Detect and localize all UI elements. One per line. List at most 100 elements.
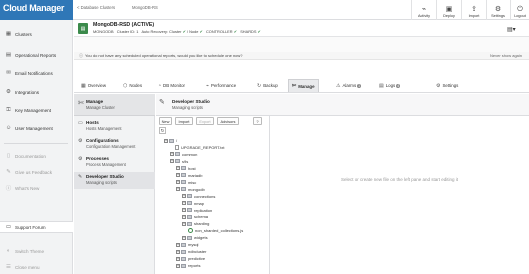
support-forum-link[interactable]: ▭ Support Forum [0, 221, 73, 233]
tree-folder[interactable]: + ndbcluster [176, 248, 206, 255]
tree-folder[interactable]: + widgets [182, 234, 208, 241]
expand-toggle-icon[interactable]: + [182, 208, 186, 212]
expand-toggle-icon[interactable]: + [176, 166, 180, 171]
tab-performance[interactable]: ⌁ Performance [203, 79, 239, 92]
never-show-again-link[interactable]: Never show again [490, 53, 522, 58]
alarms-count-badge: 1 [357, 83, 362, 88]
more-actions-icon[interactable]: ▤▾ [507, 26, 516, 33]
sidebar-item-email-notifications[interactable]: ✉ Email Notifications [0, 67, 73, 79]
expand-toggle-icon[interactable]: + [176, 263, 180, 268]
tree-root-node[interactable]: + / [164, 137, 177, 144]
tree-folder[interactable]: + schema [182, 213, 208, 220]
tree-file[interactable]: non_sharded_collections.js [188, 227, 243, 234]
manage-item-configurations[interactable]: ⚙ Configurations Configuration Managemen… [74, 138, 155, 153]
tree-folder[interactable]: + reports [176, 262, 200, 269]
expand-toggle-icon[interactable]: + [176, 180, 180, 185]
sidebar-item-integrations[interactable]: ⚙ Integrations [0, 86, 73, 98]
sidebar-item-label: What's New [15, 185, 40, 191]
advisors-button[interactable]: Advisors [217, 117, 239, 125]
tab-manage[interactable]: ✄ Manage [288, 79, 319, 92]
editor-placeholder: Select or create new file on the left pa… [340, 177, 459, 182]
tree-folder[interactable]: + common [170, 151, 197, 158]
tree-label: replication [194, 207, 213, 213]
import-script-button[interactable]: Import [175, 117, 193, 125]
check-icon: ✔ [233, 29, 237, 34]
key-icon: ⚿ [6, 106, 11, 113]
tree-file[interactable]: UPGRADE_REPORT.txt [170, 144, 225, 151]
overview-icon: ▦ [81, 82, 86, 89]
expand-toggle-icon[interactable]: + [182, 214, 186, 219]
processes-icon: ⚙ [78, 156, 83, 162]
report-alert: ⓘ You do not have any scheduled operatio… [74, 52, 529, 60]
tab-nodes[interactable]: ⬡ Nodes [120, 79, 145, 92]
sidebar-item-clusters[interactable]: ▦ Clusters [0, 28, 73, 40]
sidebar-item-operational-reports[interactable]: ▤ Operational Reports [0, 49, 73, 61]
wrench-icon: ✄ [292, 83, 297, 89]
expand-toggle-icon[interactable]: + [164, 138, 168, 143]
activity-button[interactable]: ⌁ Activity [414, 1, 434, 19]
tree-folder[interactable]: + s9s [170, 158, 188, 165]
tab-label: Performance [211, 83, 237, 88]
expand-toggle-icon[interactable]: + [176, 173, 180, 178]
cluster-name[interactable]: MongoDB-RSD (ACTIVE) [93, 22, 154, 28]
nodes-icon: ⬡ [123, 82, 128, 89]
expand-toggle-icon[interactable]: + [176, 256, 180, 261]
export-script-button[interactable]: Export [196, 117, 214, 125]
feedback-icon: ✎ [6, 169, 11, 175]
tab-db-monitor[interactable]: ◔ DB Monitor [155, 79, 188, 92]
theme-icon: ◐ [6, 248, 11, 254]
expand-toggle-icon[interactable]: + [170, 159, 174, 164]
sidebar-item-whats-new[interactable]: ⓘ What's New [0, 182, 73, 194]
tree-folder[interactable]: + nmap [182, 200, 204, 207]
tree-folder[interactable]: + mariadb [176, 172, 202, 179]
tree-folder[interactable]: + connections [182, 193, 215, 200]
expand-toggle-icon[interactable]: + [182, 194, 186, 199]
expand-toggle-icon[interactable]: + [170, 152, 174, 157]
deploy-button[interactable]: ▣ Deploy [439, 1, 459, 19]
dev-studio-subtitle: Managing scripts [172, 105, 203, 110]
folder-icon [175, 159, 180, 164]
manage-item-developer-studio[interactable]: ✎ Developer Studio Managing scripts [74, 172, 155, 189]
wrench-icon: ✄ [78, 100, 84, 107]
expand-toggle-icon[interactable]: + [176, 242, 180, 247]
refresh-icon[interactable]: ↻ [159, 127, 166, 134]
integrations-icon: ⚙ [6, 89, 11, 95]
tab-alarms[interactable]: ⚠ Alarms 1 [333, 79, 364, 92]
sidebar-item-key-management[interactable]: ⚿ Key Management [0, 104, 73, 116]
close-menu-button[interactable]: ☰ Close menu [0, 261, 73, 273]
tab-overview[interactable]: ▦ Overview [78, 79, 109, 92]
sidebar-item-feedback[interactable]: ✎ Give us Feedback [0, 166, 73, 178]
expand-toggle-icon[interactable]: + [176, 187, 180, 192]
expand-toggle-icon[interactable]: + [182, 235, 186, 240]
new-file-button[interactable]: New [159, 117, 172, 125]
expand-toggle-icon[interactable]: + [182, 221, 186, 226]
tab-logs[interactable]: ▤ Logs 4 [376, 79, 403, 92]
tree-folder[interactable]: + mongodb [176, 186, 205, 193]
tree-folder[interactable]: + predictive [176, 255, 205, 262]
expand-toggle-icon[interactable]: + [182, 201, 186, 206]
tree-folder[interactable]: + replication [182, 207, 212, 214]
sidebar-item-user-management[interactable]: ☺ User Management [0, 122, 73, 134]
import-button[interactable]: ⇪ Import [464, 1, 484, 19]
logout-button[interactable]: ⏻ Logout [510, 1, 529, 19]
tab-backup[interactable]: ↻ Backup [254, 79, 281, 92]
tree-folder[interactable]: + mysql [176, 241, 198, 248]
gear-icon: ⚙ [494, 6, 502, 13]
tree-folder[interactable]: + misc [176, 179, 196, 186]
help-button[interactable]: ? [253, 117, 262, 125]
expand-toggle-icon[interactable]: + [176, 249, 180, 254]
app-logo[interactable]: Cloud Manager [0, 0, 73, 20]
activity-icon: ⌁ [421, 6, 427, 13]
switch-theme-button[interactable]: ◐ Switch Theme [0, 245, 73, 257]
tree-folder[interactable]: + host [176, 165, 196, 172]
dev-studio-title: Developer Studio [172, 99, 210, 104]
back-to-clusters-link[interactable]: < Database Clusters [77, 5, 115, 10]
tree-folder[interactable]: + sharding [182, 220, 209, 227]
sidebar-item-documentation[interactable]: ▯ Documentation [0, 150, 73, 162]
settings-button[interactable]: ⚙ Settings [488, 1, 508, 19]
manage-item-hosts[interactable]: ▭ Hosts Hosts Management [74, 120, 155, 135]
tab-settings[interactable]: ⚙ Settings [433, 79, 461, 92]
import-label: Import [468, 14, 480, 18]
auto-recovery: Auto Recovery: Cluster [141, 29, 182, 34]
manage-item-processes[interactable]: ⚙ Processes Process Management [74, 156, 155, 171]
